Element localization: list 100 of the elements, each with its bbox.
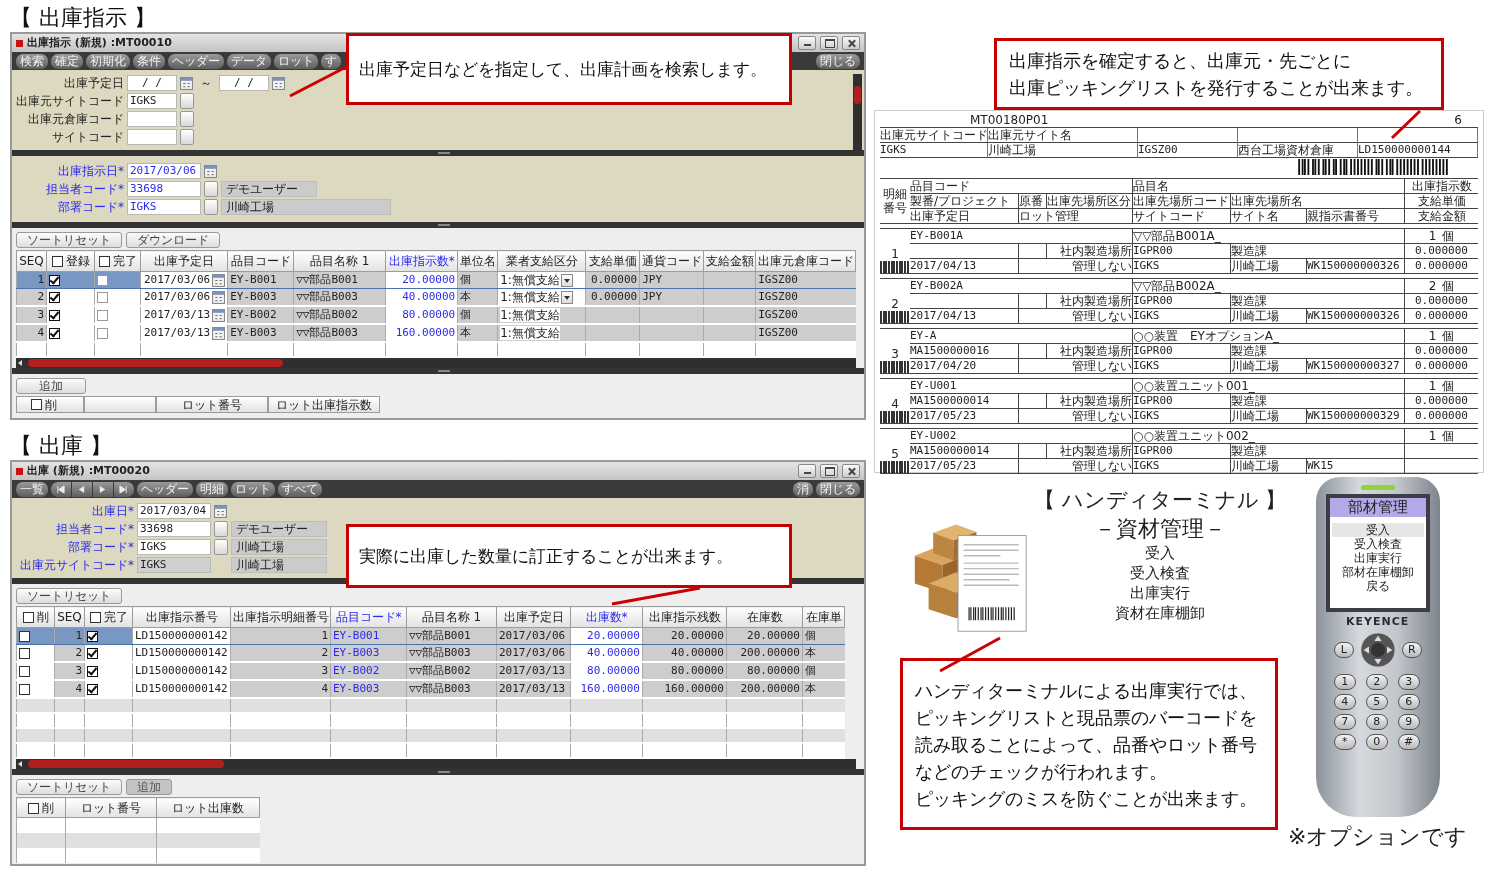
column-header[interactable]: 品目コード <box>227 250 294 272</box>
column-header[interactable]: 出庫指示数* <box>385 250 458 272</box>
triangle-left-icon[interactable] <box>77 484 86 494</box>
input-field[interactable] <box>127 111 177 127</box>
keypad-key[interactable]: 4 <box>1333 694 1356 710</box>
column-header[interactable]: 出庫予定日 <box>140 250 228 272</box>
input-field[interactable]: 33698 <box>127 181 201 197</box>
checkbox[interactable] <box>87 647 98 659</box>
menu-item[interactable]: 戻る <box>1331 579 1424 593</box>
column-header[interactable]: SEQ <box>54 606 85 628</box>
column-header[interactable]: 出庫予定日 <box>496 606 571 628</box>
vertical-scrollbar[interactable] <box>853 74 862 150</box>
column-header[interactable]: 支給金額 <box>703 250 756 272</box>
toolbar-button[interactable]: ロット <box>274 53 318 69</box>
last-record-button[interactable] <box>114 481 134 497</box>
dropdown-button[interactable] <box>560 291 573 304</box>
toolbar-button[interactable]: ヘッダー <box>168 53 224 69</box>
menu-item[interactable]: 出庫実行 <box>1331 551 1424 565</box>
input-field[interactable]: 33698 <box>137 521 211 537</box>
column-header[interactable]: SEQ <box>16 250 47 272</box>
calendar-icon[interactable] <box>180 76 193 90</box>
table-row[interactable]: 3 2017/03/13 EY-B002 ▽▽部品B002 80.00000 個 1:無償支給 IGSZ00 <box>16 306 856 324</box>
maximize-button[interactable] <box>820 464 838 478</box>
toolbar-button[interactable]: す <box>321 53 341 69</box>
lookup-button[interactable] <box>180 93 194 109</box>
calendar-icon[interactable] <box>212 308 226 322</box>
close-window-button[interactable]: 閉じる <box>816 53 860 69</box>
checkbox[interactable] <box>19 647 30 659</box>
keypad-key[interactable]: 2 <box>1365 674 1388 690</box>
checkbox[interactable] <box>51 256 63 267</box>
column-header[interactable]: 完了 <box>94 250 141 272</box>
column-header[interactable]: 出庫数* <box>570 606 643 628</box>
date-field[interactable]: 2017/03/06 <box>143 290 212 304</box>
column-header[interactable]: 出庫指示明細番号 <box>230 606 331 628</box>
toolbar-button[interactable]: 一覧 <box>16 481 48 497</box>
date-field[interactable]: 2017/03/04 <box>137 503 211 519</box>
skip-back-icon[interactable] <box>56 484 65 494</box>
calendar-icon[interactable] <box>212 290 226 304</box>
menu-item[interactable]: 受入検査 <box>1331 537 1424 551</box>
checkbox[interactable] <box>31 399 42 410</box>
add-button[interactable]: 追加 <box>16 378 86 394</box>
minimize-button[interactable] <box>798 36 816 50</box>
keypad-key[interactable]: 0 <box>1365 734 1388 750</box>
checkbox[interactable] <box>19 665 30 677</box>
checkbox[interactable] <box>87 683 98 695</box>
checkbox[interactable] <box>19 683 30 695</box>
checkbox[interactable] <box>28 802 39 814</box>
toolbar-button[interactable]: 明細 <box>196 481 228 497</box>
checkbox[interactable] <box>19 630 30 642</box>
checkbox[interactable] <box>89 612 101 623</box>
column-header[interactable]: 支給単価 <box>585 250 640 272</box>
checkbox[interactable] <box>49 309 60 321</box>
table-row[interactable]: 1 LD150000000142 1 EY-B001 ▽▽部品B001 2017/03/06 20.00000 20.00000 20.00000 個 <box>16 627 845 645</box>
column-header[interactable]: 品目名称 1 <box>406 606 497 628</box>
close-button[interactable] <box>842 36 860 50</box>
toolbar-button[interactable]: 消 <box>793 481 813 497</box>
calendar-icon[interactable] <box>204 164 217 178</box>
column-header[interactable]: 業者支給区分 <box>497 250 586 272</box>
checkbox[interactable] <box>98 256 110 267</box>
table-row[interactable]: 2 2017/03/06 EY-B003 ▽▽部品B003 40.00000 本 1:無償支給 0.00000 JPY IGSZ00 <box>16 288 856 306</box>
table-row[interactable]: 4 LD150000000142 4 EY-B003 ▽▽部品B003 2017/03/13 160.00000 160.00000 200.00000 本 <box>16 680 845 698</box>
toolbar-button[interactable]: データ <box>227 53 271 69</box>
select-field[interactable]: 1:無償支給 <box>500 289 560 304</box>
checkbox[interactable] <box>22 612 34 623</box>
table-row[interactable]: 3 LD150000000142 3 EY-B002 ▽▽部品B002 2017/03/13 80.00000 80.00000 80.00000 個 <box>16 662 845 680</box>
keypad-key[interactable]: 9 <box>1397 714 1420 730</box>
select-field[interactable]: 1:無償支給 <box>500 307 560 322</box>
keypad-key[interactable]: L <box>1333 642 1354 658</box>
close-button[interactable] <box>842 464 860 478</box>
input-field[interactable]: IGKS <box>127 199 201 215</box>
toolbar-button[interactable]: 確定 <box>51 53 83 69</box>
toolbar-button[interactable]: 初期化 <box>86 53 130 69</box>
next-record-button[interactable] <box>93 481 113 497</box>
date-field[interactable]: 2017/03/13 <box>143 326 212 340</box>
input-field[interactable]: IGKS <box>127 93 177 109</box>
menu-item[interactable]: 部材在庫棚卸 <box>1331 565 1424 579</box>
date-field[interactable]: / / <box>127 75 177 91</box>
column-header[interactable]: ロット出庫数 <box>156 797 260 818</box>
grid-button[interactable]: ダウンロード <box>126 232 220 248</box>
navigation-pad-icon[interactable] <box>1359 632 1396 668</box>
keypad-key[interactable]: 6 <box>1397 694 1420 710</box>
toolbar-button[interactable]: ロット <box>231 481 275 497</box>
grid-button[interactable]: ソートリセット <box>16 779 122 795</box>
column-header[interactable]: 単位名 <box>457 250 498 272</box>
checkbox[interactable] <box>49 291 60 303</box>
toolbar-button[interactable]: 閉じる <box>816 481 860 497</box>
maximize-button[interactable] <box>820 36 838 50</box>
checkbox[interactable] <box>97 291 108 303</box>
previous-record-button[interactable] <box>72 481 92 497</box>
column-header[interactable]: 通貨コード <box>639 250 704 272</box>
lookup-button[interactable] <box>180 129 194 145</box>
checkbox[interactable] <box>87 630 98 642</box>
calendar-icon[interactable] <box>212 326 226 340</box>
checkbox[interactable] <box>97 327 108 339</box>
lookup-button[interactable] <box>180 111 194 127</box>
lookup-button[interactable] <box>204 181 218 197</box>
column-header[interactable]: 在庫単 <box>802 606 845 628</box>
select-field[interactable]: 1:無償支給 <box>500 325 560 340</box>
checkbox[interactable] <box>87 665 98 677</box>
keypad-key[interactable]: 7 <box>1333 714 1356 730</box>
